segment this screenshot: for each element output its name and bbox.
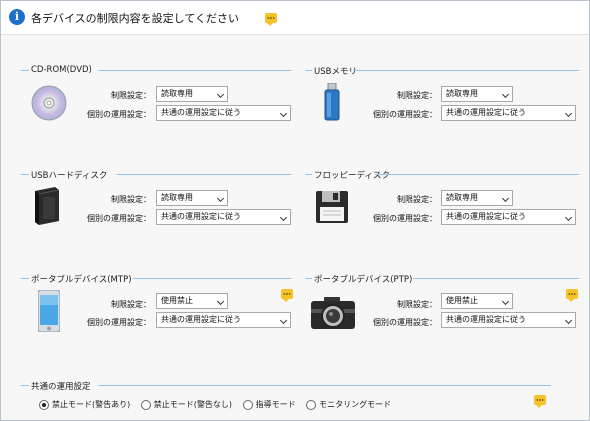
section-title-cdrom: CD-ROM(DVD): [31, 65, 92, 75]
common-mode-radio-group: 禁止モード(警告あり) 禁止モード(警告なし) 指導モード モニタリングモード: [39, 399, 399, 410]
floppy-icon: [316, 191, 348, 223]
header: i 各デバイスの制限内容を設定してください: [1, 1, 589, 35]
section-line: [133, 278, 291, 279]
individual-select-mtp[interactable]: 共通の運用設定に従う: [156, 312, 291, 328]
restriction-label: 制限設定：: [111, 91, 151, 100]
restriction-select-ptp[interactable]: 使用禁止: [441, 293, 513, 309]
restriction-select-floppy[interactable]: 読取専用: [441, 190, 513, 206]
section-line: [117, 174, 291, 175]
phone-icon: [38, 290, 60, 332]
restriction-select-cdrom[interactable]: 読取専用: [156, 86, 228, 102]
individual-select-usb-memory[interactable]: 共通の運用設定に従う: [441, 105, 576, 121]
section-line: [353, 70, 579, 71]
restriction-label: 制限設定：: [397, 91, 437, 100]
help-balloon-icon[interactable]: [566, 289, 578, 302]
section-line: [21, 70, 29, 71]
section-line: [21, 174, 29, 175]
individual-label: 個別の運用設定：: [373, 110, 437, 119]
individual-select-floppy[interactable]: 共通の運用設定に従う: [441, 209, 576, 225]
help-balloon-icon[interactable]: [281, 289, 293, 302]
restriction-label: 制限設定：: [397, 300, 437, 309]
restriction-label: 制限設定：: [111, 300, 151, 309]
radio-button[interactable]: [140, 399, 151, 410]
radio-option-warn[interactable]: 禁止モード(警告あり): [39, 399, 130, 410]
restriction-label: 制限設定：: [397, 195, 437, 204]
section-line: [306, 278, 312, 279]
individual-label: 個別の運用設定：: [87, 318, 151, 327]
individual-label: 個別の運用設定：: [373, 214, 437, 223]
help-balloon-icon[interactable]: [534, 395, 546, 408]
section-line: [306, 174, 312, 175]
section-title-ptp: ポータブルデバイス(PTP): [314, 275, 413, 285]
page-title: 各デバイスの制限内容を設定してください: [31, 12, 240, 25]
restriction-select-usb-hdd[interactable]: 読取専用: [156, 190, 228, 206]
restriction-label: 制限設定：: [111, 195, 151, 204]
individual-select-cdrom[interactable]: 共通の運用設定に従う: [156, 105, 291, 121]
section-title-common: 共通の運用設定: [31, 382, 91, 392]
cd-icon: [31, 85, 67, 121]
individual-label: 個別の運用設定：: [373, 318, 437, 327]
dialog-frame: i 各デバイスの制限内容を設定してください CD-ROM(DVD) 制限設定： …: [0, 0, 590, 421]
section-line: [99, 70, 291, 71]
section-title-floppy: フロッピーディスク: [314, 171, 390, 181]
info-icon: i: [9, 9, 25, 25]
section-title-usb-hdd: USBハードディスク: [31, 171, 108, 181]
restriction-select-mtp[interactable]: 使用禁止: [156, 293, 228, 309]
section-line: [21, 385, 29, 386]
section-line: [413, 278, 579, 279]
radio-button[interactable]: [242, 399, 253, 410]
individual-select-ptp[interactable]: 共通の運用設定に従う: [441, 312, 576, 328]
radio-button[interactable]: [39, 399, 49, 410]
section-line: [306, 70, 312, 71]
radio-option-monitoring[interactable]: モニタリングモード: [306, 399, 391, 410]
usb-stick-icon: [324, 83, 340, 121]
camera-icon: [311, 297, 355, 329]
restriction-select-usb-memory[interactable]: 読取専用: [441, 86, 513, 102]
radio-button[interactable]: [306, 399, 317, 410]
individual-select-usb-hdd[interactable]: 共通の運用設定に従う: [156, 209, 291, 225]
section-title-usb-memory: USBメモリ: [314, 67, 357, 77]
section-line: [99, 385, 551, 386]
individual-label: 個別の運用設定：: [87, 110, 151, 119]
section-line: [375, 174, 579, 175]
section-line: [21, 278, 29, 279]
section-title-mtp: ポータブルデバイス(MTP): [31, 275, 132, 285]
hard-disk-icon: [35, 187, 60, 225]
radio-option-guidance[interactable]: 指導モード: [242, 399, 296, 410]
individual-label: 個別の運用設定：: [87, 214, 151, 223]
radio-option-nowarn[interactable]: 禁止モード(警告なし): [140, 399, 232, 410]
help-balloon-icon[interactable]: [265, 13, 277, 26]
